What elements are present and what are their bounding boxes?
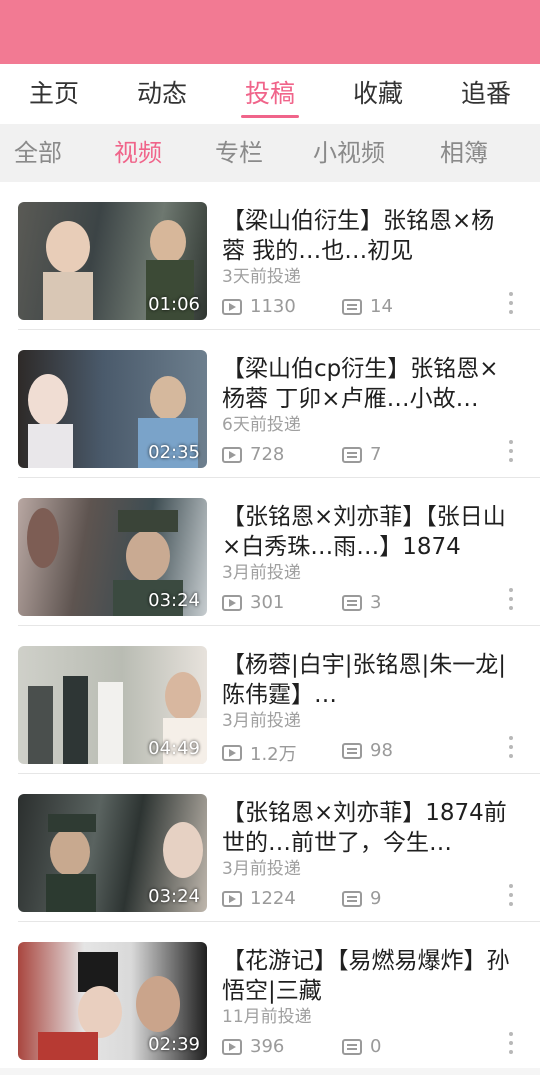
video-duration: 02:35	[148, 442, 200, 463]
play-count: 1130	[222, 296, 296, 317]
more-vertical-icon[interactable]	[508, 1032, 514, 1054]
danmaku-count-value: 14	[370, 296, 393, 317]
danmaku-count-value: 0	[370, 1036, 382, 1057]
danmaku-count-value: 98	[370, 740, 393, 761]
upload-time: 3月前投递	[222, 563, 301, 583]
more-vertical-icon[interactable]	[508, 736, 514, 758]
danmaku-count: 9	[342, 888, 381, 909]
play-count-value: 728	[250, 444, 285, 465]
video-list: 01:06 【梁山伯衍生】张铭恩×杨蓉 我的…也…初见 3天前投递 1130 1…	[0, 182, 540, 1075]
play-count: 301	[222, 592, 284, 613]
upload-time: 6天前投递	[222, 415, 301, 435]
video-thumbnail[interactable]: 03:24	[18, 794, 207, 912]
play-count-icon	[222, 745, 242, 761]
play-count-value: 1130	[250, 296, 296, 317]
subtab-short-videos[interactable]: 小视频	[313, 124, 385, 182]
upload-time: 3月前投递	[222, 859, 301, 879]
play-count: 1.2万	[222, 740, 297, 766]
play-count: 396	[222, 1036, 284, 1057]
video-thumbnail[interactable]: 01:06	[18, 202, 207, 320]
video-thumbnail[interactable]: 03:24	[18, 498, 207, 616]
video-duration: 01:06	[148, 294, 200, 315]
video-item[interactable]: 04:49 【杨蓉|白宇|张铭恩|朱一龙|陈伟霆】… 3月前投递 1.2万 98	[0, 626, 540, 774]
play-count-icon	[222, 1038, 242, 1055]
play-count-icon	[222, 446, 242, 463]
video-duration: 03:24	[148, 886, 200, 907]
play-count-value: 1.2万	[250, 744, 297, 765]
danmaku-count: 3	[342, 592, 381, 613]
danmaku-count-value: 7	[370, 444, 382, 465]
video-item[interactable]: 02:35 【梁山伯cp衍生】张铭恩×杨蓉 丁卯×卢雁…小故… 6天前投递 72…	[0, 330, 540, 478]
danmaku-icon	[342, 446, 362, 463]
video-title[interactable]: 【张铭恩×刘亦菲】1874前世的…前世了，今生…	[222, 798, 514, 858]
video-item[interactable]: 03:24 【张铭恩×刘亦菲】1874前世的…前世了，今生… 3月前投递 122…	[0, 774, 540, 922]
bottom-edge	[0, 1068, 540, 1075]
play-count-value: 396	[250, 1036, 285, 1057]
play-count: 728	[222, 444, 284, 465]
video-title[interactable]: 【张铭恩×刘亦菲】【张日山×白秀珠…雨…】1874	[222, 502, 514, 562]
more-vertical-icon[interactable]	[508, 588, 514, 610]
video-title[interactable]: 【杨蓉|白宇|张铭恩|朱一龙|陈伟霆】…	[222, 650, 514, 710]
play-count-icon	[222, 890, 242, 907]
tab-following-anime[interactable]: 追番	[432, 64, 540, 124]
video-title[interactable]: 【梁山伯衍生】张铭恩×杨蓉 我的…也…初见	[222, 206, 514, 266]
video-thumbnail[interactable]: 04:49	[18, 646, 207, 764]
video-duration: 04:49	[148, 738, 200, 759]
play-count-icon	[222, 298, 242, 315]
danmaku-count-value: 9	[370, 888, 382, 909]
danmaku-count: 98	[342, 740, 393, 761]
danmaku-count: 7	[342, 444, 381, 465]
sub-tabs: 全部 视频 专栏 小视频 相簿	[0, 124, 540, 182]
tab-submissions[interactable]: 投稿	[216, 64, 324, 124]
tab-activity[interactable]: 动态	[108, 64, 216, 124]
danmaku-icon	[342, 298, 362, 315]
play-count-value: 301	[250, 592, 285, 613]
more-vertical-icon[interactable]	[508, 884, 514, 906]
video-thumbnail[interactable]: 02:39	[18, 942, 207, 1060]
danmaku-icon	[342, 890, 362, 907]
danmaku-icon	[342, 594, 362, 611]
play-count: 1224	[222, 888, 296, 909]
danmaku-count: 14	[342, 296, 393, 317]
subtab-videos[interactable]: 视频	[114, 124, 162, 182]
video-item[interactable]: 01:06 【梁山伯衍生】张铭恩×杨蓉 我的…也…初见 3天前投递 1130 1…	[0, 182, 540, 330]
upload-time: 11月前投递	[222, 1007, 312, 1027]
subtab-albums[interactable]: 相簿	[440, 124, 488, 182]
video-item[interactable]: 02:39 【花游记】【易燃易爆炸】孙悟空|三藏 11月前投递 396 0	[0, 922, 540, 1070]
video-duration: 02:39	[148, 1034, 200, 1055]
subtab-all[interactable]: 全部	[14, 124, 62, 182]
play-count-icon	[222, 594, 242, 611]
subtab-columns[interactable]: 专栏	[215, 124, 263, 182]
tab-home[interactable]: 主页	[0, 64, 108, 124]
play-count-value: 1224	[250, 888, 296, 909]
more-vertical-icon[interactable]	[508, 292, 514, 314]
danmaku-count-value: 3	[370, 592, 382, 613]
video-thumbnail[interactable]: 02:35	[18, 350, 207, 468]
video-title[interactable]: 【梁山伯cp衍生】张铭恩×杨蓉 丁卯×卢雁…小故…	[222, 354, 514, 414]
video-item[interactable]: 03:24 【张铭恩×刘亦菲】【张日山×白秀珠…雨…】1874 3月前投递 30…	[0, 478, 540, 626]
main-tabs: 主页 动态 投稿 收藏 追番	[0, 64, 540, 124]
danmaku-count: 0	[342, 1036, 381, 1057]
status-bar	[0, 0, 540, 64]
video-title[interactable]: 【花游记】【易燃易爆炸】孙悟空|三藏	[222, 946, 514, 1006]
upload-time: 3天前投递	[222, 267, 301, 287]
upload-time: 3月前投递	[222, 711, 301, 731]
tab-favorites[interactable]: 收藏	[324, 64, 432, 124]
video-duration: 03:24	[148, 590, 200, 611]
danmaku-icon	[342, 1038, 362, 1055]
danmaku-icon	[342, 742, 362, 759]
more-vertical-icon[interactable]	[508, 440, 514, 462]
